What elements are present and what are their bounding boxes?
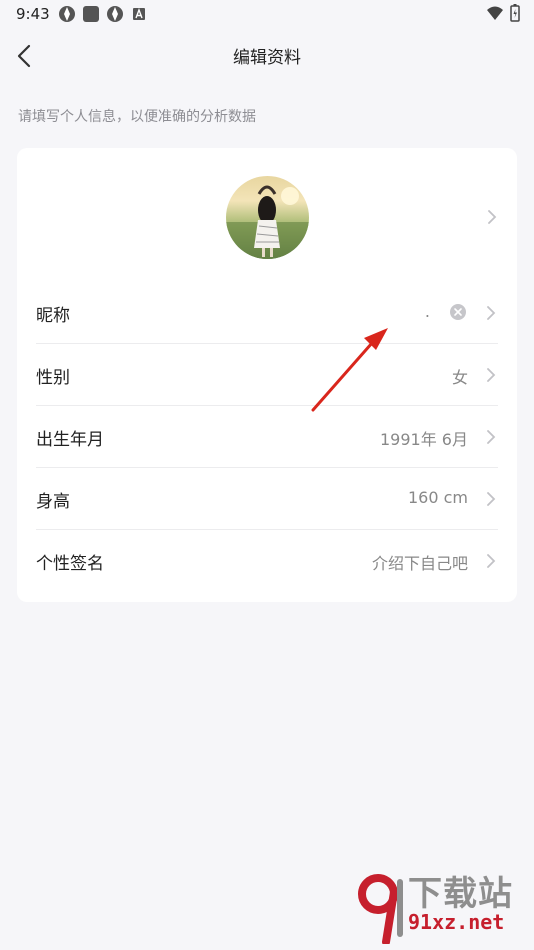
- height-label: 身高: [36, 492, 70, 512]
- chevron-right-icon: [487, 430, 496, 444]
- status-notification-icons: [58, 5, 148, 23]
- gender-label: 性别: [36, 368, 70, 388]
- chevron-right-icon: [487, 554, 496, 568]
- nickname-value[interactable]: .: [425, 302, 430, 321]
- watermark-url: 91xz.net: [408, 910, 505, 934]
- chevron-right-icon: [487, 368, 496, 382]
- height-row[interactable]: 身高 160 cm: [36, 468, 498, 530]
- aperture-icon: [59, 6, 75, 22]
- status-bar: 9:43: [0, 0, 534, 28]
- avatar: [226, 176, 309, 259]
- birth-date-label: 出生年月: [36, 430, 104, 450]
- birth-date-row[interactable]: 出生年月 1991年 6月: [36, 406, 498, 468]
- height-value: 160 cm: [407, 488, 468, 507]
- top-app-bar: 编辑资料: [0, 28, 534, 84]
- watermark-title: 下载站: [408, 874, 513, 914]
- chevron-right-icon: [487, 492, 496, 506]
- avatar-photo: [226, 185, 309, 259]
- chevron-right-icon: [487, 306, 496, 320]
- chevron-right-icon: [488, 210, 497, 224]
- nickname-row[interactable]: 昵称 .: [36, 282, 498, 344]
- square-app-icon: [83, 6, 99, 22]
- avatar-row[interactable]: [17, 148, 517, 282]
- gender-row[interactable]: 性别 女: [36, 344, 498, 406]
- profile-card: 昵称 . 性别 女 出生年月 1991年 6月 身高 160 cm 个性签名 介…: [17, 148, 517, 602]
- page-title: 编辑资料: [233, 48, 301, 68]
- status-system-icons: [486, 4, 520, 22]
- signature-row[interactable]: 个性签名 介绍下自己吧: [36, 530, 498, 592]
- birth-date-value: 1991年 6月: [380, 430, 468, 449]
- signature-label: 个性签名: [36, 554, 104, 574]
- status-time: 9:43: [16, 5, 50, 23]
- signature-value: 介绍下自己吧: [371, 554, 468, 573]
- site-watermark: 下载站 91xz.net: [358, 866, 528, 946]
- aperture-icon: [107, 6, 123, 22]
- app-a-icon: [133, 8, 145, 20]
- edit-profile-screen: 9:43 编辑资料 请填写个人信息，以便准确的分析数据 昵称 . 性别 女 出生…: [0, 0, 534, 950]
- info-hint-text: 请填写个人信息，以便准确的分析数据: [18, 109, 256, 125]
- clear-icon[interactable]: [450, 304, 466, 320]
- battery-icon: [510, 4, 520, 22]
- gender-value: 女: [451, 368, 468, 387]
- nickname-label: 昵称: [36, 306, 70, 326]
- wifi-icon: [487, 6, 503, 20]
- watermark-logo: [358, 874, 403, 944]
